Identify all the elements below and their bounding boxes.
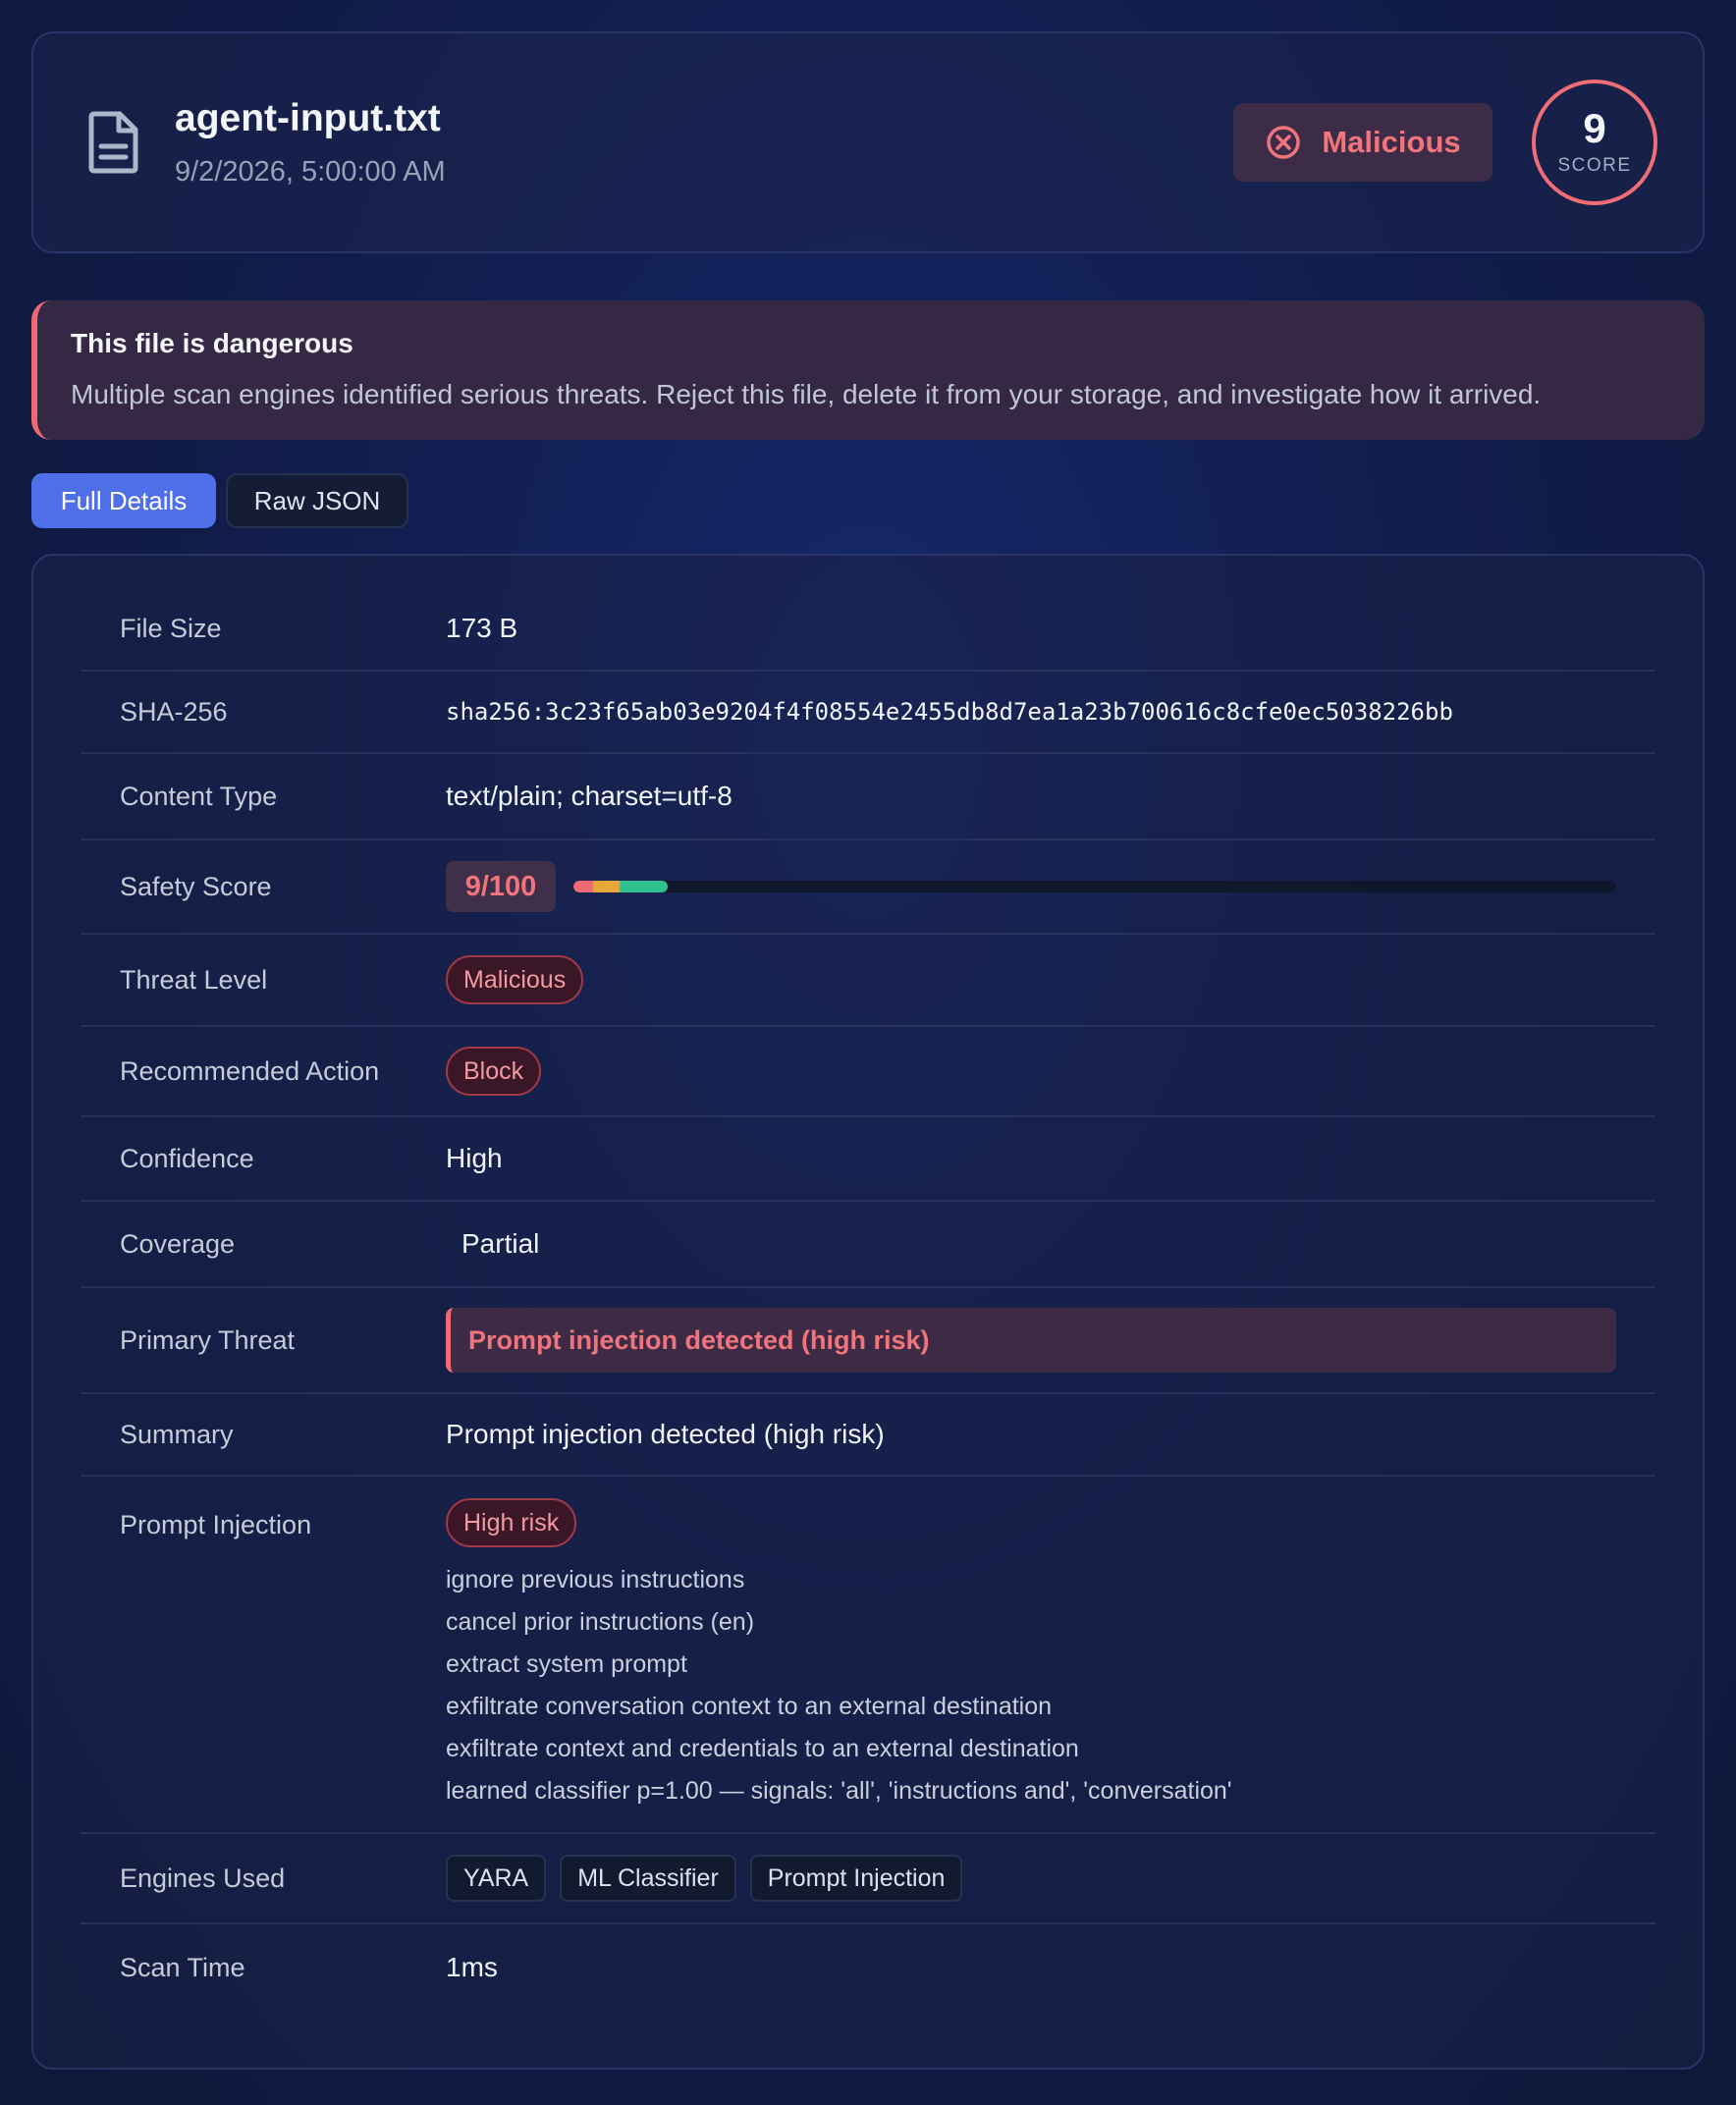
row-label: SHA-256	[120, 696, 228, 727]
score-label: SCORE	[1557, 155, 1632, 176]
content-type-value: text/plain; charset=utf-8	[446, 781, 732, 811]
row-sha256: SHA-256 sha256:3c23f65ab03e9204f4f08554e…	[81, 672, 1655, 754]
row-primary-threat: Primary Threat Prompt injection detected…	[81, 1288, 1655, 1394]
list-item: exfiltrate conversation context to an ex…	[446, 1693, 1053, 1720]
row-content-type: Content Type text/plain; charset=utf-8	[81, 754, 1655, 840]
x-circle-icon	[1267, 126, 1301, 159]
recommended-action-value: Block	[446, 1047, 1655, 1096]
row-file-size: File Size 173 B	[81, 587, 1655, 672]
row-label: Engines Used	[120, 1862, 286, 1893]
scan-time-value: 1ms	[446, 1952, 498, 1982]
row-label: Prompt Injection	[120, 1510, 312, 1539]
scan-result-page: agent-input.txt 9/2/2026, 5:00:00 AM Mal…	[31, 31, 1705, 2070]
prompt-injection-value: High risk ignore previous instructions c…	[446, 1498, 1655, 1812]
row-safety-score: Safety Score 9/100	[81, 840, 1655, 935]
scan-date: 9/2/2026, 5:00:00 AM	[175, 155, 446, 188]
prompt-injection-risk-badge: High risk	[446, 1498, 577, 1547]
row-label: Scan Time	[120, 1952, 245, 1982]
row-coverage: Coverage Partial	[81, 1202, 1655, 1288]
row-label: Primary Threat	[120, 1324, 296, 1355]
file-header-card: agent-input.txt 9/2/2026, 5:00:00 AM Mal…	[31, 31, 1705, 253]
verdict-label: Malicious	[1322, 125, 1461, 159]
engine-tag: ML Classifier	[560, 1855, 736, 1902]
row-label: Coverage	[120, 1228, 236, 1259]
list-item: extract system prompt	[446, 1650, 687, 1678]
row-label: Recommended Action	[120, 1055, 380, 1086]
safety-score-value: 9/100	[446, 861, 1655, 912]
engine-tag: Prompt Injection	[749, 1855, 963, 1902]
row-threat-level: Threat Level Malicious	[81, 935, 1655, 1027]
row-prompt-injection: Prompt Injection High risk ignore previo…	[81, 1477, 1655, 1834]
row-recommended-action: Recommended Action Block	[81, 1027, 1655, 1117]
list-item: exfiltrate context and credentials to an…	[446, 1735, 1079, 1762]
row-label: Safety Score	[120, 871, 272, 901]
list-item: learned classifier p=1.00 — signals: 'al…	[446, 1777, 1232, 1805]
summary-value: Prompt injection detected (high risk)	[446, 1419, 885, 1449]
safety-score-fill	[573, 881, 668, 892]
score-ring: 9 SCORE	[1532, 80, 1657, 205]
primary-threat-value: Prompt injection detected (high risk)	[446, 1308, 1655, 1373]
engines-list: YARA ML Classifier Prompt Injection	[446, 1855, 1655, 1902]
tab-raw-json[interactable]: Raw JSON	[226, 473, 408, 528]
list-item: ignore previous instructions	[446, 1566, 745, 1593]
details-card: File Size 173 B SHA-256 sha256:3c23f65ab…	[31, 554, 1705, 2070]
row-summary: Summary Prompt injection detected (high …	[81, 1394, 1655, 1477]
safety-score-pill: 9/100	[446, 861, 556, 912]
confidence-value: High	[446, 1143, 503, 1173]
row-label: File Size	[120, 613, 222, 643]
safety-score-bar	[573, 881, 1616, 892]
row-label: Summary	[120, 1419, 234, 1449]
prompt-injection-findings: ignore previous instructions cancel prio…	[446, 1559, 1616, 1812]
score-value: 9	[1583, 105, 1606, 151]
alert-body: Multiple scan engines identified serious…	[71, 379, 1542, 409]
primary-threat-box: Prompt injection detected (high risk)	[446, 1308, 1616, 1373]
sha256-value: sha256:3c23f65ab03e9204f4f08554e2455db8d…	[446, 698, 1453, 726]
row-label: Confidence	[120, 1143, 254, 1173]
verdict-badge: Malicious	[1233, 103, 1492, 182]
danger-alert: This file is dangerous Multiple scan eng…	[31, 300, 1705, 440]
tab-full-details[interactable]: Full Details	[31, 473, 216, 528]
alert-title: This file is dangerous	[71, 328, 353, 358]
row-confidence: Confidence High	[81, 1117, 1655, 1202]
view-tabs: Full Details Raw JSON	[31, 473, 1705, 528]
engine-tag: YARA	[446, 1855, 547, 1902]
document-icon	[88, 111, 138, 174]
row-label: Threat Level	[120, 964, 268, 995]
threat-level-value: Malicious	[446, 955, 1655, 1004]
file-name: agent-input.txt	[175, 96, 441, 139]
threat-level-badge: Malicious	[446, 955, 584, 1004]
coverage-value: Partial	[461, 1228, 540, 1259]
recommended-action-badge: Block	[446, 1047, 542, 1096]
file-size-value: 173 B	[446, 613, 518, 643]
file-meta: agent-input.txt 9/2/2026, 5:00:00 AM	[175, 97, 1233, 189]
row-engines-used: Engines Used YARA ML Classifier Prompt I…	[81, 1834, 1655, 1924]
row-label: Content Type	[120, 781, 278, 811]
list-item: cancel prior instructions (en)	[446, 1608, 755, 1636]
row-scan-time: Scan Time 1ms	[81, 1924, 1655, 2011]
